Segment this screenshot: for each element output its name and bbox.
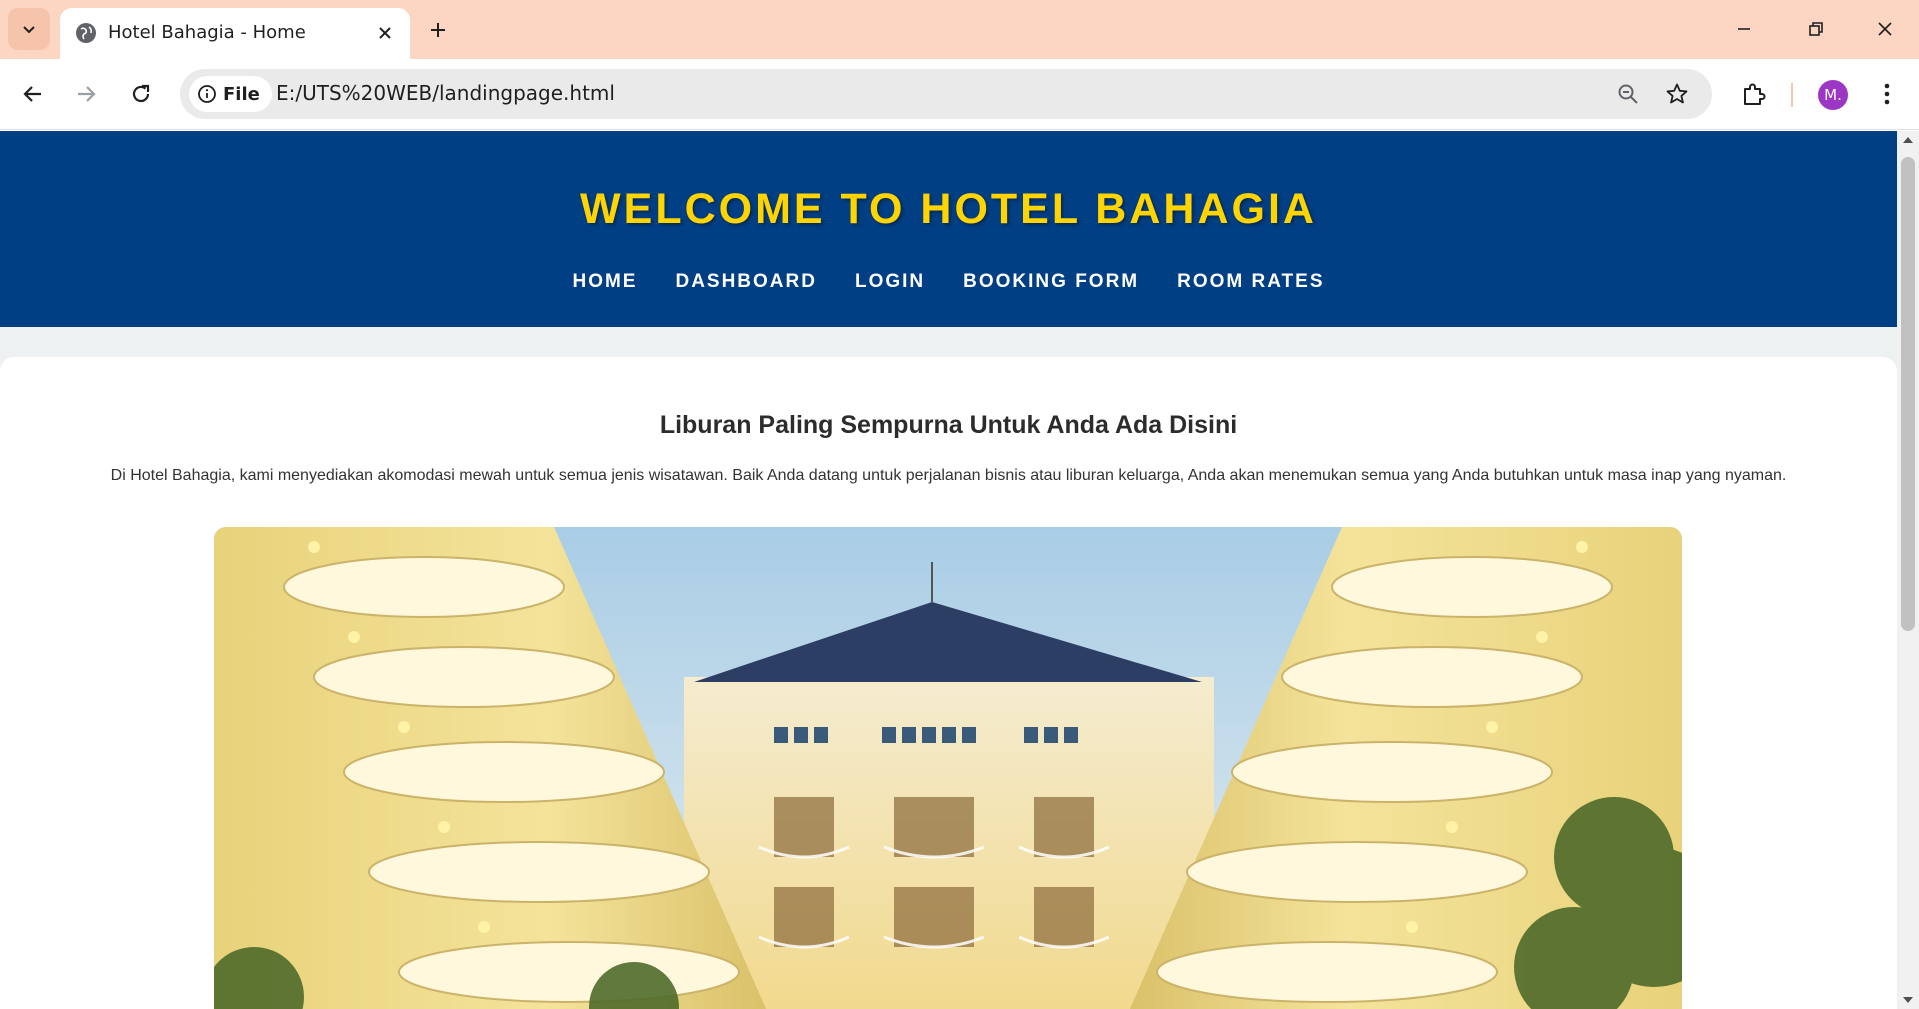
browser-tab-active[interactable]: Hotel Bahagia - Home xyxy=(60,8,410,59)
globe-icon xyxy=(76,23,96,43)
puzzle-icon xyxy=(1744,83,1766,105)
nav-room-rates-link[interactable]: ROOM RATES xyxy=(1177,271,1324,293)
zoom-out-icon xyxy=(1618,84,1638,104)
plus-icon xyxy=(431,23,445,37)
scroll-up-arrow-icon[interactable] xyxy=(1903,137,1913,143)
arrow-left-icon xyxy=(23,86,41,102)
back-button[interactable] xyxy=(12,73,54,115)
minimize-button[interactable] xyxy=(1714,8,1774,50)
hotel-building-illustration xyxy=(214,527,1682,1009)
nav-booking-form-link[interactable]: BOOKING FORM xyxy=(963,271,1139,293)
toolbar-divider xyxy=(1791,83,1793,107)
site-title: WELCOME TO HOTEL BAHAGIA xyxy=(580,185,1317,233)
site-info-chip[interactable]: File xyxy=(189,76,272,112)
extensions-button[interactable] xyxy=(1733,73,1775,115)
chevron-down-icon xyxy=(23,26,35,34)
forward-button[interactable] xyxy=(65,73,107,115)
restore-icon xyxy=(1809,22,1823,36)
close-icon xyxy=(1878,22,1892,36)
close-window-button[interactable] xyxy=(1855,8,1915,50)
site-header: WELCOME TO HOTEL BAHAGIA HOME DASHBOARD … xyxy=(0,131,1897,327)
address-bar[interactable]: File E:/UTS%20WEB/landingpage.html xyxy=(180,69,1712,119)
site-nav: HOME DASHBOARD LOGIN BOOKING FORM ROOM R… xyxy=(0,271,1897,293)
close-tab-button[interactable] xyxy=(372,20,398,46)
close-icon xyxy=(379,27,391,39)
content-heading: Liburan Paling Sempurna Untuk Anda Ada D… xyxy=(659,411,1238,439)
info-icon xyxy=(198,85,216,103)
zoom-button[interactable] xyxy=(1612,78,1644,110)
browser-menu-button[interactable] xyxy=(1866,73,1908,115)
url-text[interactable]: E:/UTS%20WEB/landingpage.html xyxy=(276,81,615,105)
star-icon xyxy=(1666,83,1688,104)
reload-icon xyxy=(132,84,150,103)
browser-tab-strip: Hotel Bahagia - Home xyxy=(0,0,1919,59)
content-paragraph: Di Hotel Bahagia, kami menyediakan akomo… xyxy=(110,467,1787,484)
more-vertical-icon xyxy=(1884,83,1890,105)
minimize-icon xyxy=(1738,28,1750,30)
scroll-down-arrow-icon[interactable] xyxy=(1903,997,1913,1003)
nav-dashboard-link[interactable]: DASHBOARD xyxy=(675,271,817,293)
arrow-right-icon xyxy=(78,86,96,102)
tab-title: Hotel Bahagia - Home xyxy=(108,22,306,43)
page-viewport: WELCOME TO HOTEL BAHAGIA HOME DASHBOARD … xyxy=(0,131,1897,1009)
page-scrollbar[interactable] xyxy=(1897,131,1919,1009)
nav-login-link[interactable]: LOGIN xyxy=(855,271,925,293)
restore-button[interactable] xyxy=(1786,8,1846,50)
browser-toolbar: File E:/UTS%20WEB/landingpage.html M. xyxy=(0,59,1919,130)
reload-button[interactable] xyxy=(120,73,162,115)
bookmark-button[interactable] xyxy=(1661,78,1693,110)
hotel-hero-image xyxy=(214,527,1682,1009)
profile-avatar[interactable]: M. xyxy=(1818,80,1848,110)
site-info-label: File xyxy=(223,83,260,105)
main-content: Liburan Paling Sempurna Untuk Anda Ada D… xyxy=(0,357,1897,1009)
tab-search-button[interactable] xyxy=(8,8,50,50)
new-tab-button[interactable] xyxy=(420,12,456,48)
scrollbar-thumb[interactable] xyxy=(1901,157,1915,631)
nav-home-link[interactable]: HOME xyxy=(572,271,637,293)
